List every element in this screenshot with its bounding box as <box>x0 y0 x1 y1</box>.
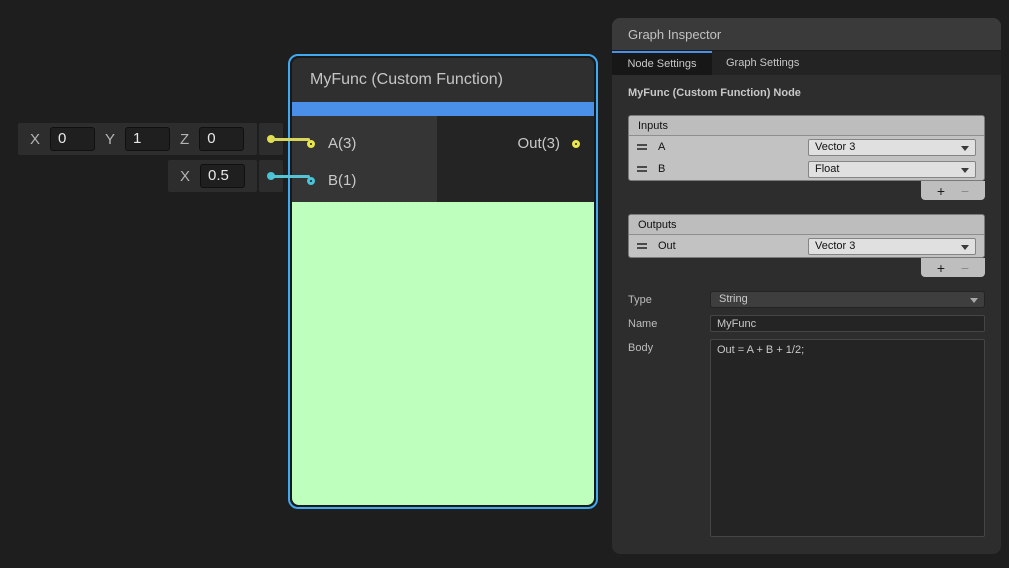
port-a[interactable]: A(3) <box>292 125 437 162</box>
port-b[interactable]: B(1) <box>292 162 437 199</box>
drag-handle-icon[interactable] <box>637 166 647 172</box>
float-value-field[interactable]: 0.5 <box>200 164 245 188</box>
input-b-name: B <box>658 163 665 175</box>
custom-function-node[interactable]: MyFunc (Custom Function) A(3) B(1) Out(3… <box>288 54 598 509</box>
node-preview <box>292 202 594 505</box>
remove-output-button[interactable]: − <box>961 261 969 275</box>
graph-inspector-panel: Graph Inspector Node Settings Graph Sett… <box>612 18 1001 554</box>
type-dropdown[interactable]: String <box>710 291 985 308</box>
node-output-ports: Out(3) <box>437 116 594 202</box>
outputs-section-title: Outputs <box>638 219 677 231</box>
tab-node-settings-label: Node Settings <box>627 58 696 70</box>
x-value-field[interactable]: 0 <box>50 127 95 151</box>
node-settings-heading: MyFunc (Custom Function) Node <box>628 87 985 99</box>
output-out-name: Out <box>658 240 676 252</box>
float-x-axis-label: X <box>180 168 190 185</box>
node-ports: A(3) B(1) Out(3) <box>292 116 594 202</box>
type-row: Type String <box>628 291 985 308</box>
float-slot-editor: X 0.5 <box>168 160 257 192</box>
input-b-type-dropdown[interactable]: Float <box>808 161 976 178</box>
body-textarea[interactable]: Out = A + B + 1/2; <box>710 339 985 537</box>
inputs-section-header: Inputs <box>629 116 984 136</box>
output-row-out: Out Vector 3 <box>629 235 984 257</box>
body-label: Body <box>628 339 710 537</box>
y-axis-label: Y <box>105 131 115 148</box>
name-label: Name <box>628 315 710 332</box>
x-axis-label: X <box>30 131 40 148</box>
node-body: MyFunc (Custom Function) A(3) B(1) Out(3… <box>292 58 594 505</box>
inspector-header[interactable]: Graph Inspector <box>612 18 1001 51</box>
dropdown-arrow-icon <box>961 168 969 173</box>
y-value-field[interactable]: 1 <box>125 127 170 151</box>
input-row-b: B Float <box>629 158 984 180</box>
port-out-label: Out(3) <box>517 135 560 152</box>
input-row-a: A Vector 3 <box>629 136 984 158</box>
vector3-slot-editor: X 0 Y 1 Z 0 <box>18 123 257 155</box>
inspector-body: MyFunc (Custom Function) Node Inputs A V… <box>612 75 1001 537</box>
node-title: MyFunc (Custom Function) <box>310 71 503 89</box>
edge-float-to-port-b[interactable] <box>271 175 310 178</box>
inputs-list-toolbar: + − <box>921 181 985 200</box>
outputs-list-toolbar: + − <box>921 258 985 277</box>
input-b-type-value: Float <box>815 163 839 175</box>
tab-node-settings[interactable]: Node Settings <box>612 51 712 75</box>
port-a-label: A(3) <box>328 135 356 152</box>
inputs-section-title: Inputs <box>638 120 668 132</box>
add-output-button[interactable]: + <box>937 261 945 275</box>
output-out-type-dropdown[interactable]: Vector 3 <box>808 238 976 255</box>
dropdown-arrow-icon <box>961 146 969 151</box>
name-row: Name <box>628 315 985 332</box>
type-value: String <box>719 293 748 305</box>
input-a-name: A <box>658 141 665 153</box>
type-label: Type <box>628 291 710 308</box>
inspector-title: Graph Inspector <box>628 27 721 42</box>
drag-handle-icon[interactable] <box>637 144 647 150</box>
outputs-section-header: Outputs <box>629 215 984 235</box>
input-a-type-dropdown[interactable]: Vector 3 <box>808 139 976 156</box>
drag-handle-icon[interactable] <box>637 243 647 249</box>
name-input[interactable] <box>710 315 985 332</box>
z-axis-label: Z <box>180 131 189 148</box>
z-value-field[interactable]: 0 <box>199 127 244 151</box>
inputs-section: Inputs A Vector 3 B Float <box>628 115 985 181</box>
tab-graph-settings[interactable]: Graph Settings <box>712 51 813 75</box>
node-accent-bar <box>292 102 594 116</box>
node-title-bar[interactable]: MyFunc (Custom Function) <box>292 58 594 102</box>
edge-vector3-to-port-a[interactable] <box>271 138 310 141</box>
node-input-ports: A(3) B(1) <box>292 116 437 202</box>
tab-graph-settings-label: Graph Settings <box>726 57 799 69</box>
inspector-tabbar: Node Settings Graph Settings <box>612 51 1001 75</box>
body-row: Body Out = A + B + 1/2; <box>628 339 985 537</box>
outputs-section: Outputs Out Vector 3 <box>628 214 985 258</box>
remove-input-button[interactable]: − <box>961 184 969 198</box>
port-out-ring-icon[interactable] <box>572 140 580 148</box>
dropdown-arrow-icon <box>970 298 978 303</box>
port-out[interactable]: Out(3) <box>437 125 594 162</box>
add-input-button[interactable]: + <box>937 184 945 198</box>
input-a-type-value: Vector 3 <box>815 141 855 153</box>
dropdown-arrow-icon <box>961 245 969 250</box>
output-out-type-value: Vector 3 <box>815 240 855 252</box>
port-b-label: B(1) <box>328 172 356 189</box>
